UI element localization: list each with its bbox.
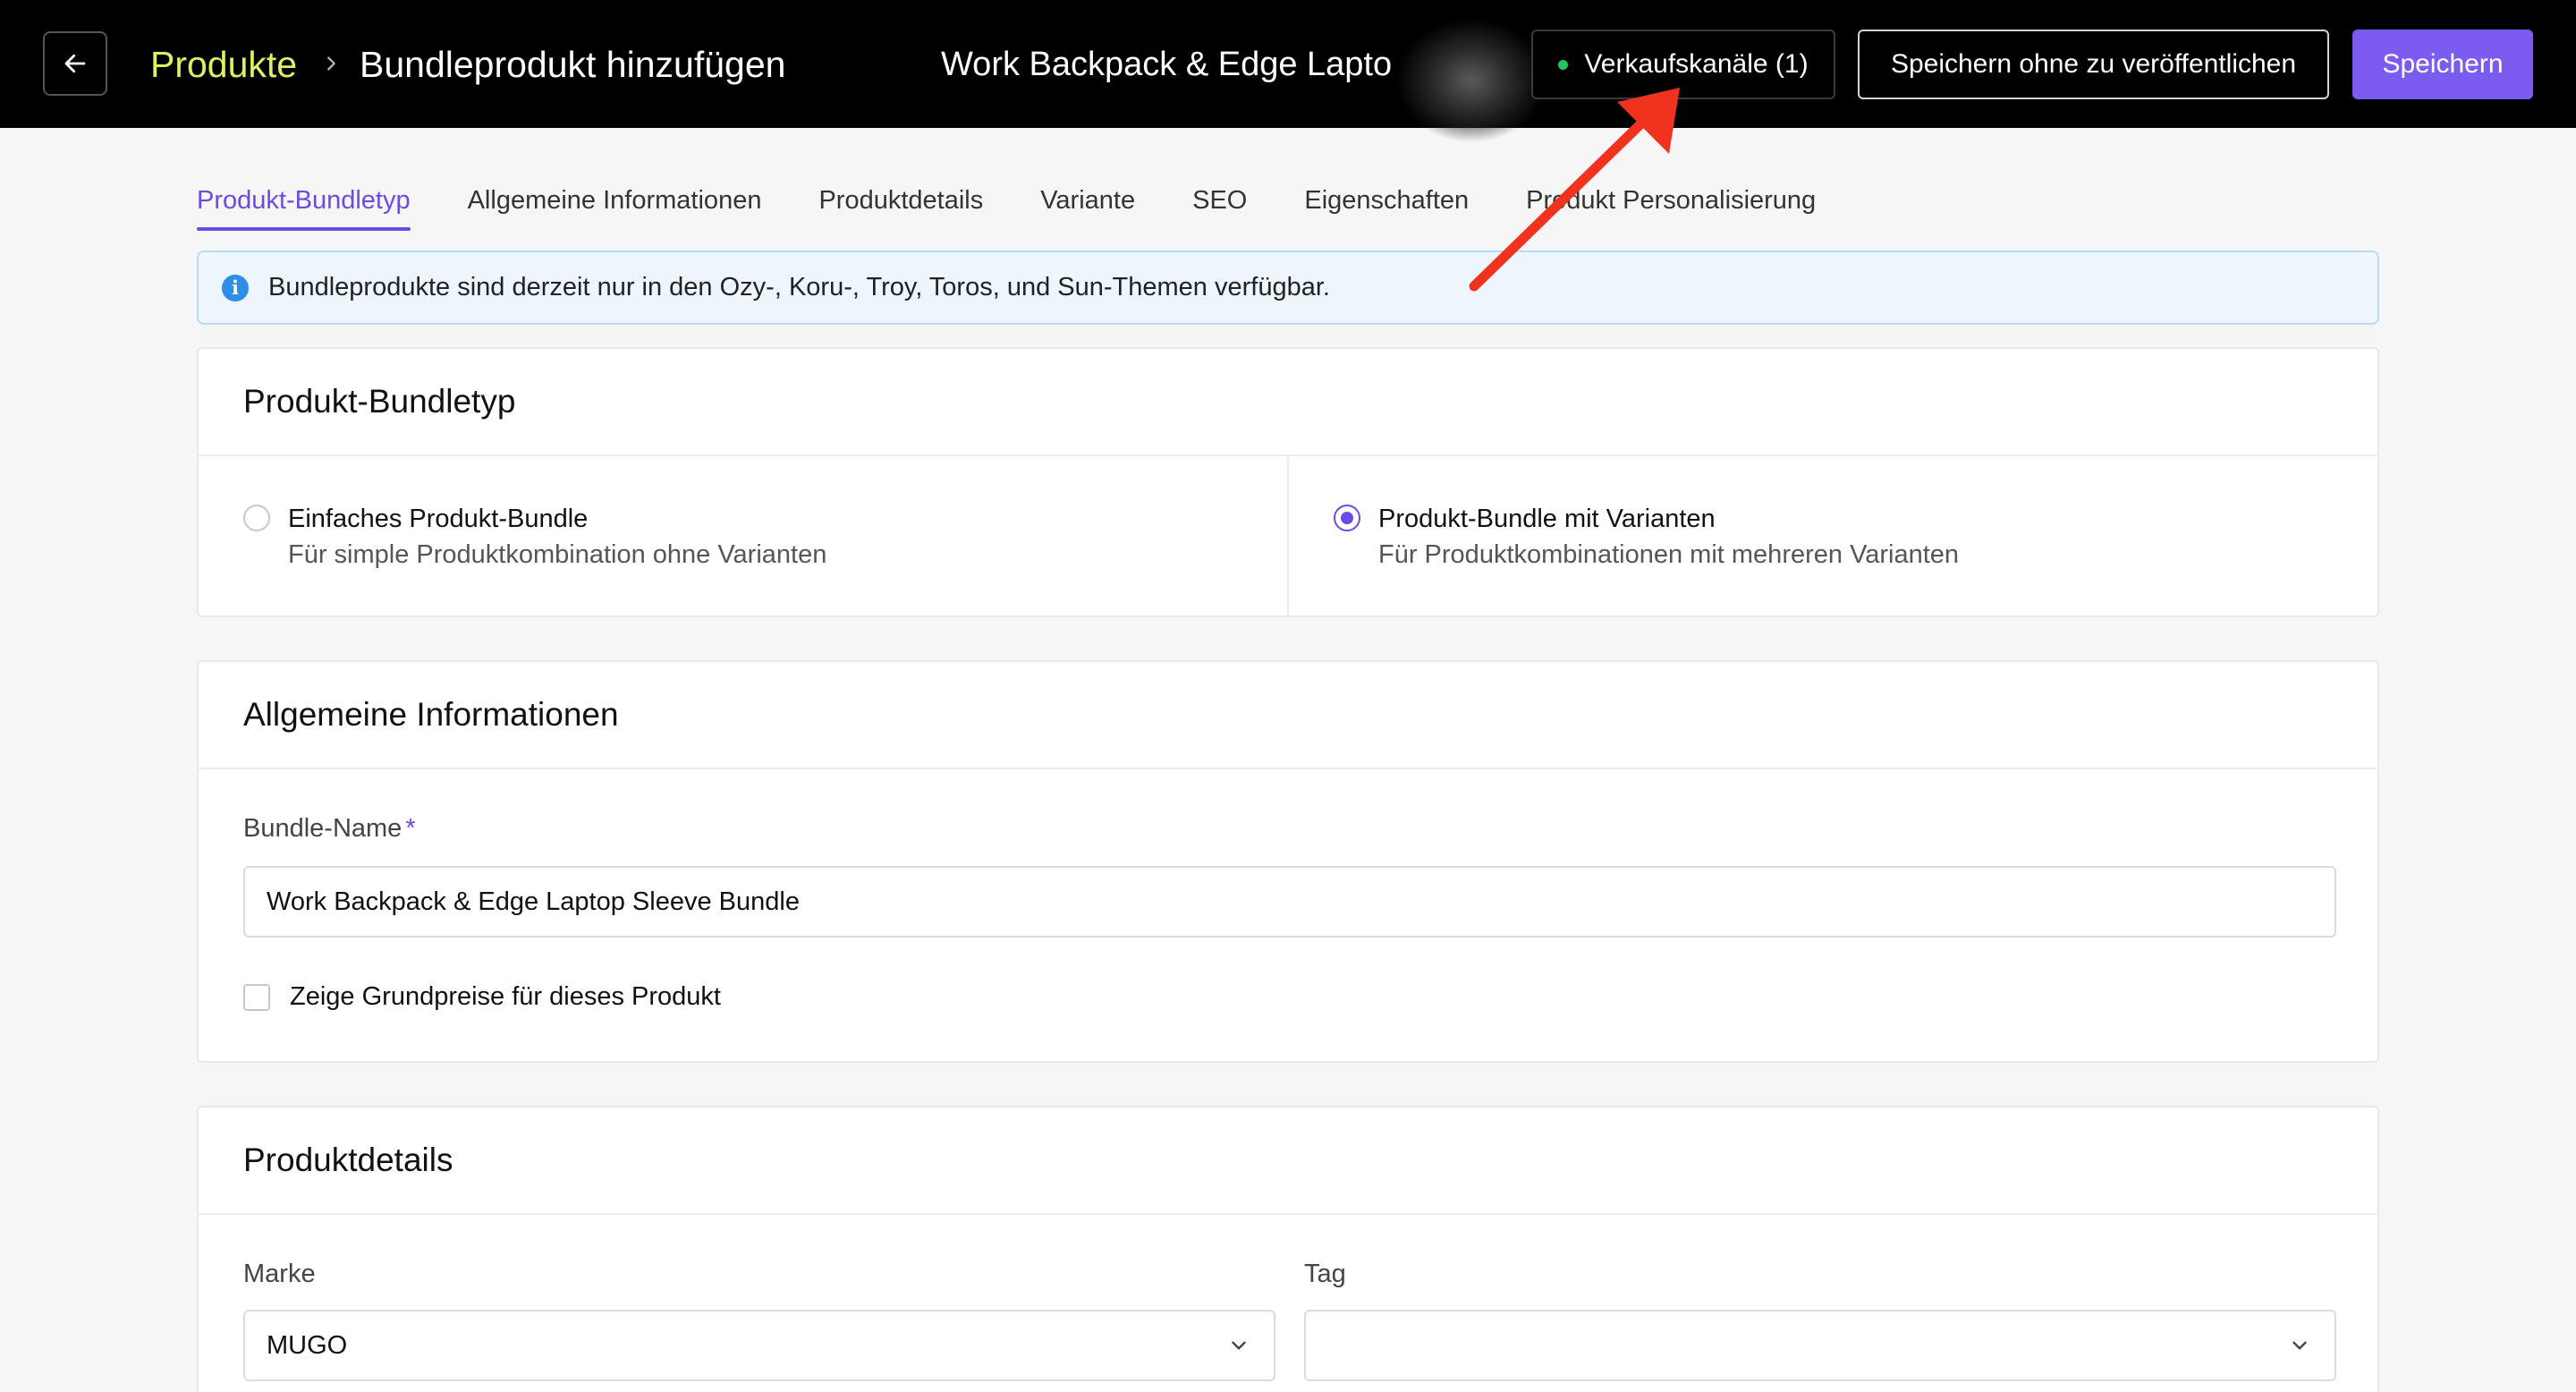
back-button[interactable] bbox=[43, 31, 107, 96]
sales-channels-button[interactable]: Verkaufskanäle (1) bbox=[1531, 30, 1835, 99]
radio-simple-bundle[interactable] bbox=[243, 505, 270, 531]
top-bar: Produkte Bundleprodukt hinzufügen Work B… bbox=[0, 0, 2576, 143]
page-title: Bundleprodukt hinzufügen bbox=[360, 44, 786, 85]
general-info-title: Allgemeine Informationen bbox=[199, 662, 2377, 769]
product-name-preview: Work Backpack & Edge Lapto bbox=[941, 46, 1393, 83]
section-tabs: Produkt-Bundletyp Allgemeine Information… bbox=[197, 179, 1816, 233]
bundle-type-card: Produkt-Bundletyp Einfaches Produkt-Bund… bbox=[197, 347, 2379, 617]
info-banner: i Bundleprodukte sind derzeit nur in den… bbox=[197, 250, 2379, 325]
tab-product-details[interactable]: Produktdetails bbox=[818, 179, 983, 233]
option-variant-bundle[interactable]: Produkt-Bundle mit Varianten Für Produkt… bbox=[1287, 456, 2377, 615]
bundle-type-options: Einfaches Produkt-Bundle Für simple Prod… bbox=[199, 456, 2377, 615]
product-details-title: Produktdetails bbox=[199, 1108, 2377, 1215]
option-title: Produkt-Bundle mit Varianten bbox=[1378, 505, 1716, 533]
tab-bundle-type[interactable]: Produkt-Bundletyp bbox=[197, 179, 411, 233]
info-banner-text: Bundleprodukte sind derzeit nur in den O… bbox=[268, 273, 1330, 301]
general-info-card: Allgemeine Informationen Bundle-Name* Ze… bbox=[197, 660, 2379, 1063]
required-mark: * bbox=[405, 814, 416, 843]
option-title: Einfaches Produkt-Bundle bbox=[288, 505, 589, 533]
chevron-down-icon bbox=[2292, 1341, 2307, 1350]
tab-seo[interactable]: SEO bbox=[1192, 179, 1247, 233]
bundle-name-label-text: Bundle-Name bbox=[243, 814, 402, 843]
status-dot-icon bbox=[1558, 59, 1569, 70]
bundle-name-label: Bundle-Name * bbox=[243, 814, 416, 844]
tab-general-info[interactable]: Allgemeine Informationen bbox=[468, 179, 762, 233]
show-base-price-checkbox[interactable] bbox=[243, 983, 270, 1011]
brand-selected-value: MUGO bbox=[267, 1330, 348, 1360]
bundle-type-title: Produkt-Bundletyp bbox=[199, 349, 2377, 456]
bundle-name-input[interactable] bbox=[243, 866, 2336, 938]
show-base-price-option[interactable]: Zeige Grundpreise für dieses Produkt bbox=[243, 982, 721, 1012]
show-base-price-label: Zeige Grundpreise für dieses Produkt bbox=[290, 982, 721, 1011]
sales-channels-label: Verkaufskanäle (1) bbox=[1584, 49, 1809, 79]
product-details-card: Produktdetails Marke Tag MUGO bbox=[197, 1106, 2379, 1392]
option-description: Für simple Produktkombination ohne Varia… bbox=[288, 540, 827, 569]
radio-variant-bundle[interactable] bbox=[1334, 505, 1360, 531]
tag-label: Tag bbox=[1304, 1260, 1346, 1288]
tab-variant[interactable]: Variante bbox=[1040, 179, 1135, 233]
save-without-publish-button[interactable]: Speichern ohne zu veröffentlichen bbox=[1858, 30, 2329, 99]
tab-properties[interactable]: Eigenschaften bbox=[1304, 179, 1469, 233]
brand-label: Marke bbox=[243, 1260, 316, 1288]
info-icon: i bbox=[222, 274, 249, 301]
brand-select[interactable]: MUGO bbox=[243, 1310, 1275, 1381]
tab-personalization[interactable]: Produkt Personalisierung bbox=[1526, 179, 1816, 233]
blurred-region bbox=[1395, 18, 1547, 143]
breadcrumb-root-link[interactable]: Produkte bbox=[150, 39, 297, 89]
chevron-right-icon bbox=[318, 45, 343, 82]
chevron-down-icon bbox=[1232, 1341, 1246, 1350]
arrow-left-icon bbox=[64, 54, 86, 73]
tag-select[interactable] bbox=[1304, 1310, 2336, 1381]
save-button[interactable]: Speichern bbox=[2352, 30, 2533, 99]
option-description: Für Produktkombinationen mit mehreren Va… bbox=[1378, 540, 1960, 569]
option-simple-bundle[interactable]: Einfaches Produkt-Bundle Für simple Prod… bbox=[199, 456, 1287, 615]
